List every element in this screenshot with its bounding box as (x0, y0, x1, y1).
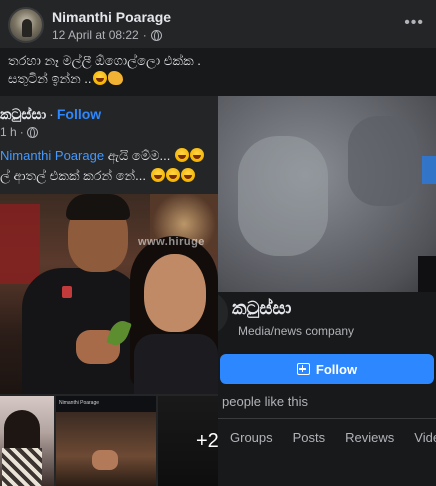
shared-page-name[interactable]: කටුස්සා (0, 106, 46, 122)
flexed-biceps-emoji-icon (107, 71, 123, 85)
photo-watermark: www.hiruge (138, 236, 205, 248)
author-name[interactable]: Nimanthi Poarage (52, 9, 171, 25)
tab-posts[interactable]: Posts (293, 430, 326, 445)
follow-button-label: Follow (315, 361, 358, 377)
tab-videos[interactable]: Videos (414, 430, 436, 445)
thumbnail-1[interactable] (0, 396, 54, 486)
thumbnail-2[interactable]: Nimanthi Poarage (56, 396, 156, 486)
photo-thumbnails: Nimanthi Poarage +2 (0, 396, 218, 486)
author-avatar[interactable] (8, 7, 44, 43)
laughing-emoji-icon (92, 71, 107, 85)
thumbnail-3[interactable]: +2 (158, 396, 218, 486)
page-likes-text: people like this (222, 394, 308, 409)
shared-post-time: 1 h · (0, 125, 38, 139)
tab-groups[interactable]: Groups (230, 430, 273, 445)
shared-post-text-line-2: ල් ආතල් එකක් කරන් නේ... (0, 168, 195, 184)
globe-icon (26, 126, 38, 138)
page-tabs: Groups Posts Reviews Videos (230, 430, 436, 445)
caption-line-1: තරහා නෑ මල්ලී ඕගොල්ලො එක්ක . (8, 53, 201, 68)
laughing-emoji-icon (150, 168, 165, 182)
more-options-icon[interactable]: ••• (404, 14, 424, 32)
page-category: Media/news company (238, 324, 355, 338)
post-meta: 12 April at 08:22 · (52, 28, 162, 42)
page-cover-photo[interactable] (218, 96, 436, 292)
shared-post-text-line-1: Nimanthi Poarage ඇයි මේම... (0, 148, 204, 164)
globe-icon (150, 29, 162, 41)
follow-button[interactable]: Follow (220, 354, 434, 384)
shared-content-area: කටුස්සා · Follow 1 h · Nimanthi Poarage ඇය… (0, 96, 436, 486)
post-timestamp[interactable]: 12 April at 08:22 (52, 28, 139, 42)
tab-reviews[interactable]: Reviews (345, 430, 394, 445)
post-caption: තරහා නෑ මල්ලී ඕගොල්ලො එක්ක . සතුටින් ඉන්… (8, 52, 428, 88)
divider (218, 418, 436, 419)
page-title[interactable]: කටුස්සා (232, 298, 291, 319)
shared-post-card[interactable]: කටුස්සා · Follow 1 h · Nimanthi Poarage ඇය… (0, 96, 218, 486)
caption-line-2: සතුටින් ඉන්න .. (8, 71, 92, 86)
follow-icon (296, 363, 310, 375)
laughing-emoji-icon (165, 168, 180, 182)
mention-link[interactable]: Nimanthi Poarage (0, 148, 104, 163)
grinning-emoji-icon (189, 148, 204, 162)
more-photos-count: +2 (196, 430, 218, 452)
page-preview-card[interactable]: කටුස්සා Media/news company Follow people… (218, 96, 436, 486)
shared-post-header: කටුස්සා · Follow (0, 106, 102, 122)
shared-main-photo[interactable]: www.hiruge (0, 194, 218, 394)
thumbnail-mini-header: Nimanthi Poarage (59, 400, 100, 406)
page-avatar[interactable] (218, 292, 228, 334)
shared-follow-link[interactable]: Follow (57, 106, 101, 122)
laughing-emoji-icon (174, 148, 189, 162)
laughing-emoji-icon (180, 168, 195, 182)
post-header: Nimanthi Poarage 12 April at 08:22 · ••• (0, 0, 436, 48)
